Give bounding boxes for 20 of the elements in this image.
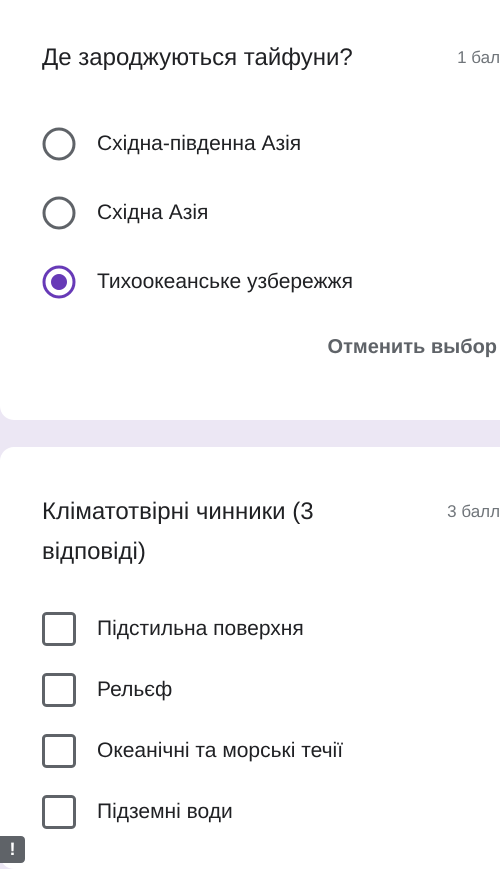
- option-label: Океанічні та морські течії: [97, 739, 344, 763]
- points-label: 3 балл: [447, 501, 500, 523]
- option-label: Рельєф: [97, 678, 172, 702]
- checkbox[interactable]: [42, 734, 76, 768]
- option-label: Східна Азія: [97, 201, 208, 225]
- checkbox[interactable]: [42, 673, 76, 707]
- radio-button[interactable]: [42, 196, 76, 230]
- checkbox[interactable]: [42, 795, 76, 829]
- radio-button[interactable]: [42, 265, 76, 299]
- alert-badge: !: [0, 836, 25, 863]
- points-label: 1 бал: [457, 47, 500, 69]
- option-label: Підземні води: [97, 800, 233, 824]
- option-label: Підстильна поверхня: [97, 617, 304, 641]
- checkbox[interactable]: [42, 612, 76, 646]
- option-label: Тихоокеанське узбережжя: [97, 270, 353, 294]
- option-label: Східна-південна Азія: [97, 132, 302, 156]
- radio-button[interactable]: [42, 127, 76, 161]
- question-title: Кліматотвірні чинники (3 відповіді): [42, 497, 315, 567]
- question-title: Де зароджуються тайфуни?: [42, 43, 353, 73]
- clear-selection-button[interactable]: Отменить выбор: [328, 332, 497, 363]
